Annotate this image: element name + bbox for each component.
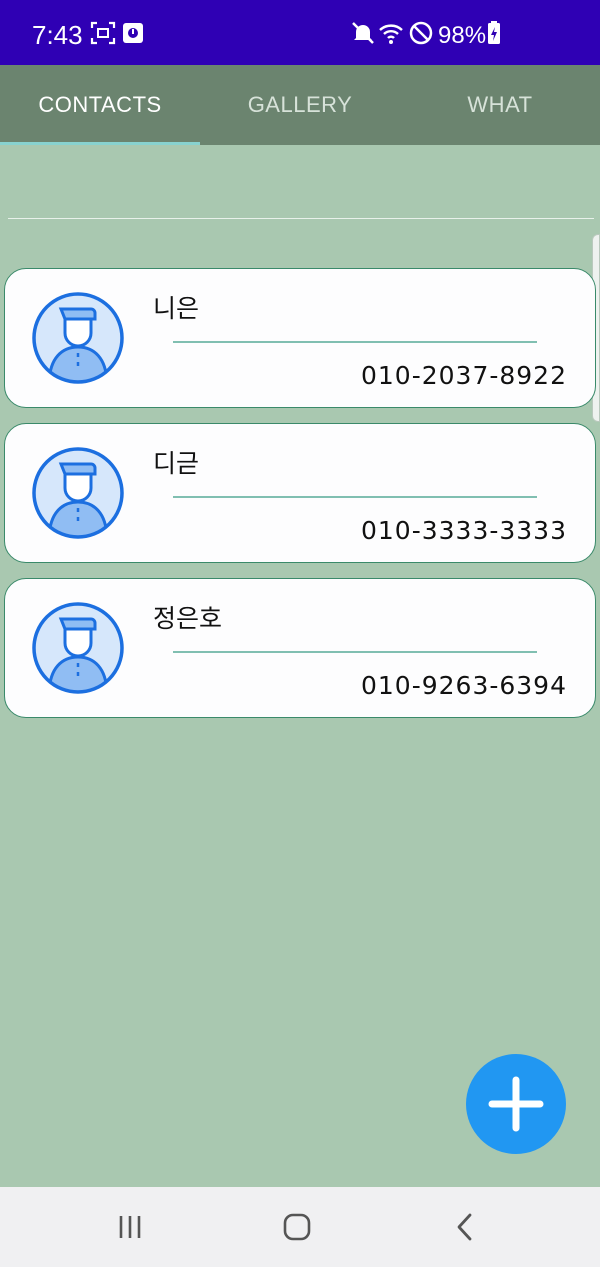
- tab-bar: CONTACTS GALLERY WHAT: [0, 65, 600, 145]
- wifi-icon: [379, 24, 403, 44]
- contact-card[interactable]: 정은호 010-9263-6394: [4, 578, 596, 718]
- dnd-icon: [409, 21, 433, 45]
- avatar-icon: [32, 447, 124, 539]
- back-icon: [457, 1213, 472, 1241]
- status-time: 7:43: [32, 20, 83, 50]
- tab-contacts[interactable]: CONTACTS: [0, 65, 200, 145]
- card-divider: [173, 341, 537, 343]
- recents-icon: [119, 1216, 141, 1238]
- add-contact-button[interactable]: [466, 1054, 566, 1154]
- contact-card[interactable]: 니은 010-2037-8922: [4, 268, 596, 408]
- contact-card[interactable]: 디귿 010-3333-3333: [4, 423, 596, 563]
- tab-what[interactable]: WHAT: [400, 65, 600, 145]
- tab-gallery[interactable]: GALLERY: [200, 65, 400, 145]
- navigation-bar: [0, 1187, 600, 1267]
- tab-indicator: [0, 142, 200, 145]
- battery-charging-icon: [488, 21, 500, 44]
- status-bar: 7:43 98%: [0, 0, 600, 65]
- home-icon: [283, 1213, 311, 1241]
- contact-phone: 010-3333-3333: [360, 516, 567, 545]
- plus-icon: [488, 1076, 544, 1132]
- avatar-icon: [32, 602, 124, 694]
- avatar-icon: [32, 292, 124, 384]
- home-button[interactable]: [277, 1209, 317, 1245]
- contact-name: 정은호: [153, 604, 223, 633]
- contact-name: 니은: [153, 294, 200, 323]
- battery-percentage: 98%: [438, 22, 487, 49]
- back-button[interactable]: [445, 1209, 485, 1245]
- screenshot-icon: [90, 21, 116, 45]
- mute-icon: [352, 22, 374, 44]
- card-divider: [173, 651, 537, 653]
- contact-phone: 010-9263-6394: [360, 671, 567, 700]
- contact-phone: 010-2037-8922: [360, 361, 567, 390]
- media-icon: [123, 23, 143, 43]
- card-divider: [173, 496, 537, 498]
- recents-button[interactable]: [110, 1209, 150, 1245]
- contact-name: 디귿: [153, 449, 200, 478]
- search-field[interactable]: [8, 218, 594, 219]
